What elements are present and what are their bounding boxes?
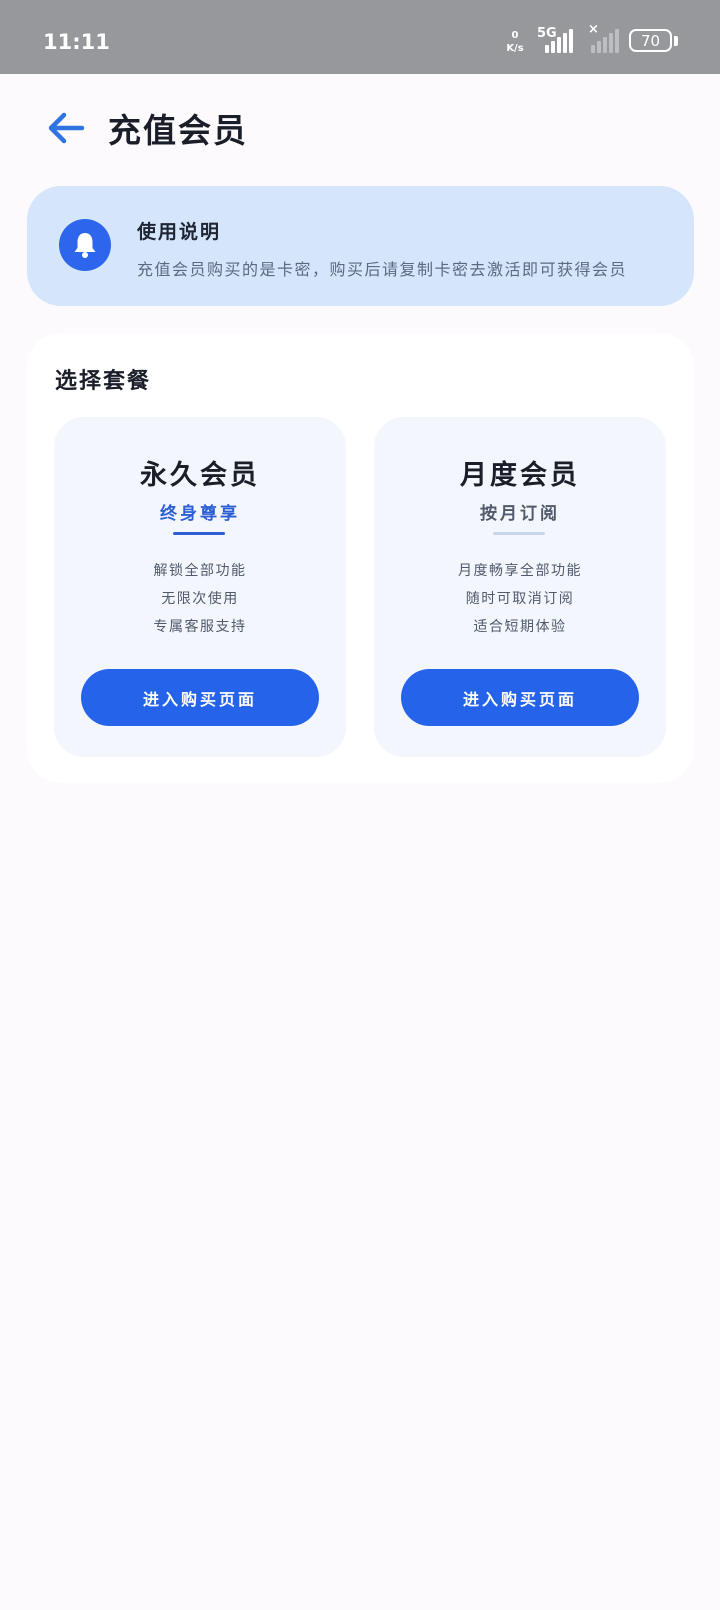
network-speed: 0 K/s: [504, 29, 526, 55]
usage-notice-card: 使用说明 充值会员购买的是卡密，购买后请复制卡密去激活即可获得会员: [27, 186, 694, 306]
back-button[interactable]: [44, 106, 88, 150]
signal-strength-icon: [545, 27, 573, 53]
plan-subtitle: 按月订阅: [480, 504, 560, 524]
plan-name: 永久会员: [140, 460, 260, 491]
plan-feature: 随时可取消订阅: [465, 591, 575, 607]
buy-lifetime-button[interactable]: 进入购买页面: [81, 669, 319, 726]
battery-icon: 70: [629, 29, 672, 52]
buy-monthly-button[interactable]: 进入购买页面: [401, 669, 639, 726]
network-speed-value: 0: [511, 30, 519, 41]
battery-cap: [674, 36, 678, 46]
plan-name: 月度会员: [460, 460, 580, 491]
status-time: 11:11: [43, 30, 110, 54]
secondary-signal-icon: [591, 27, 619, 53]
status-bar: 11:11 0 K/s 5G × 70: [0, 0, 720, 74]
plan-divider: [493, 532, 545, 535]
arrow-left-icon: [48, 112, 85, 144]
page-title: 充值会员: [108, 111, 248, 150]
section-title: 选择套餐: [55, 368, 152, 394]
plan-feature-list: 解锁全部功能 无限次使用 专属客服支持: [54, 557, 346, 641]
battery-level: 70: [640, 31, 661, 50]
plan-feature: 月度畅享全部功能: [458, 563, 582, 579]
plan-subtitle: 终身尊享: [160, 504, 240, 524]
plan-feature: 专属客服支持: [153, 619, 247, 635]
plan-feature: 解锁全部功能: [153, 563, 247, 579]
plan-divider: [173, 532, 225, 535]
notice-text: 充值会员购买的是卡密，购买后请复制卡密去激活即可获得会员: [137, 260, 628, 279]
bell-icon: [74, 233, 96, 258]
plan-selection-panel: 选择套餐 永久会员 终身尊享 解锁全部功能 无限次使用 专属客服支持 进入购买页…: [27, 333, 694, 783]
network-speed-unit: K/s: [506, 43, 524, 54]
plan-card-lifetime: 永久会员 终身尊享 解锁全部功能 无限次使用 专属客服支持 进入购买页面: [54, 417, 346, 757]
plan-card-monthly: 月度会员 按月订阅 月度畅享全部功能 随时可取消订阅 适合短期体验 进入购买页面: [374, 417, 666, 757]
bell-icon-badge: [59, 219, 111, 271]
plan-feature-list: 月度畅享全部功能 随时可取消订阅 适合短期体验: [374, 557, 666, 641]
notice-title: 使用说明: [137, 221, 222, 243]
plan-feature: 适合短期体验: [473, 619, 567, 635]
plan-feature: 无限次使用: [161, 591, 239, 607]
